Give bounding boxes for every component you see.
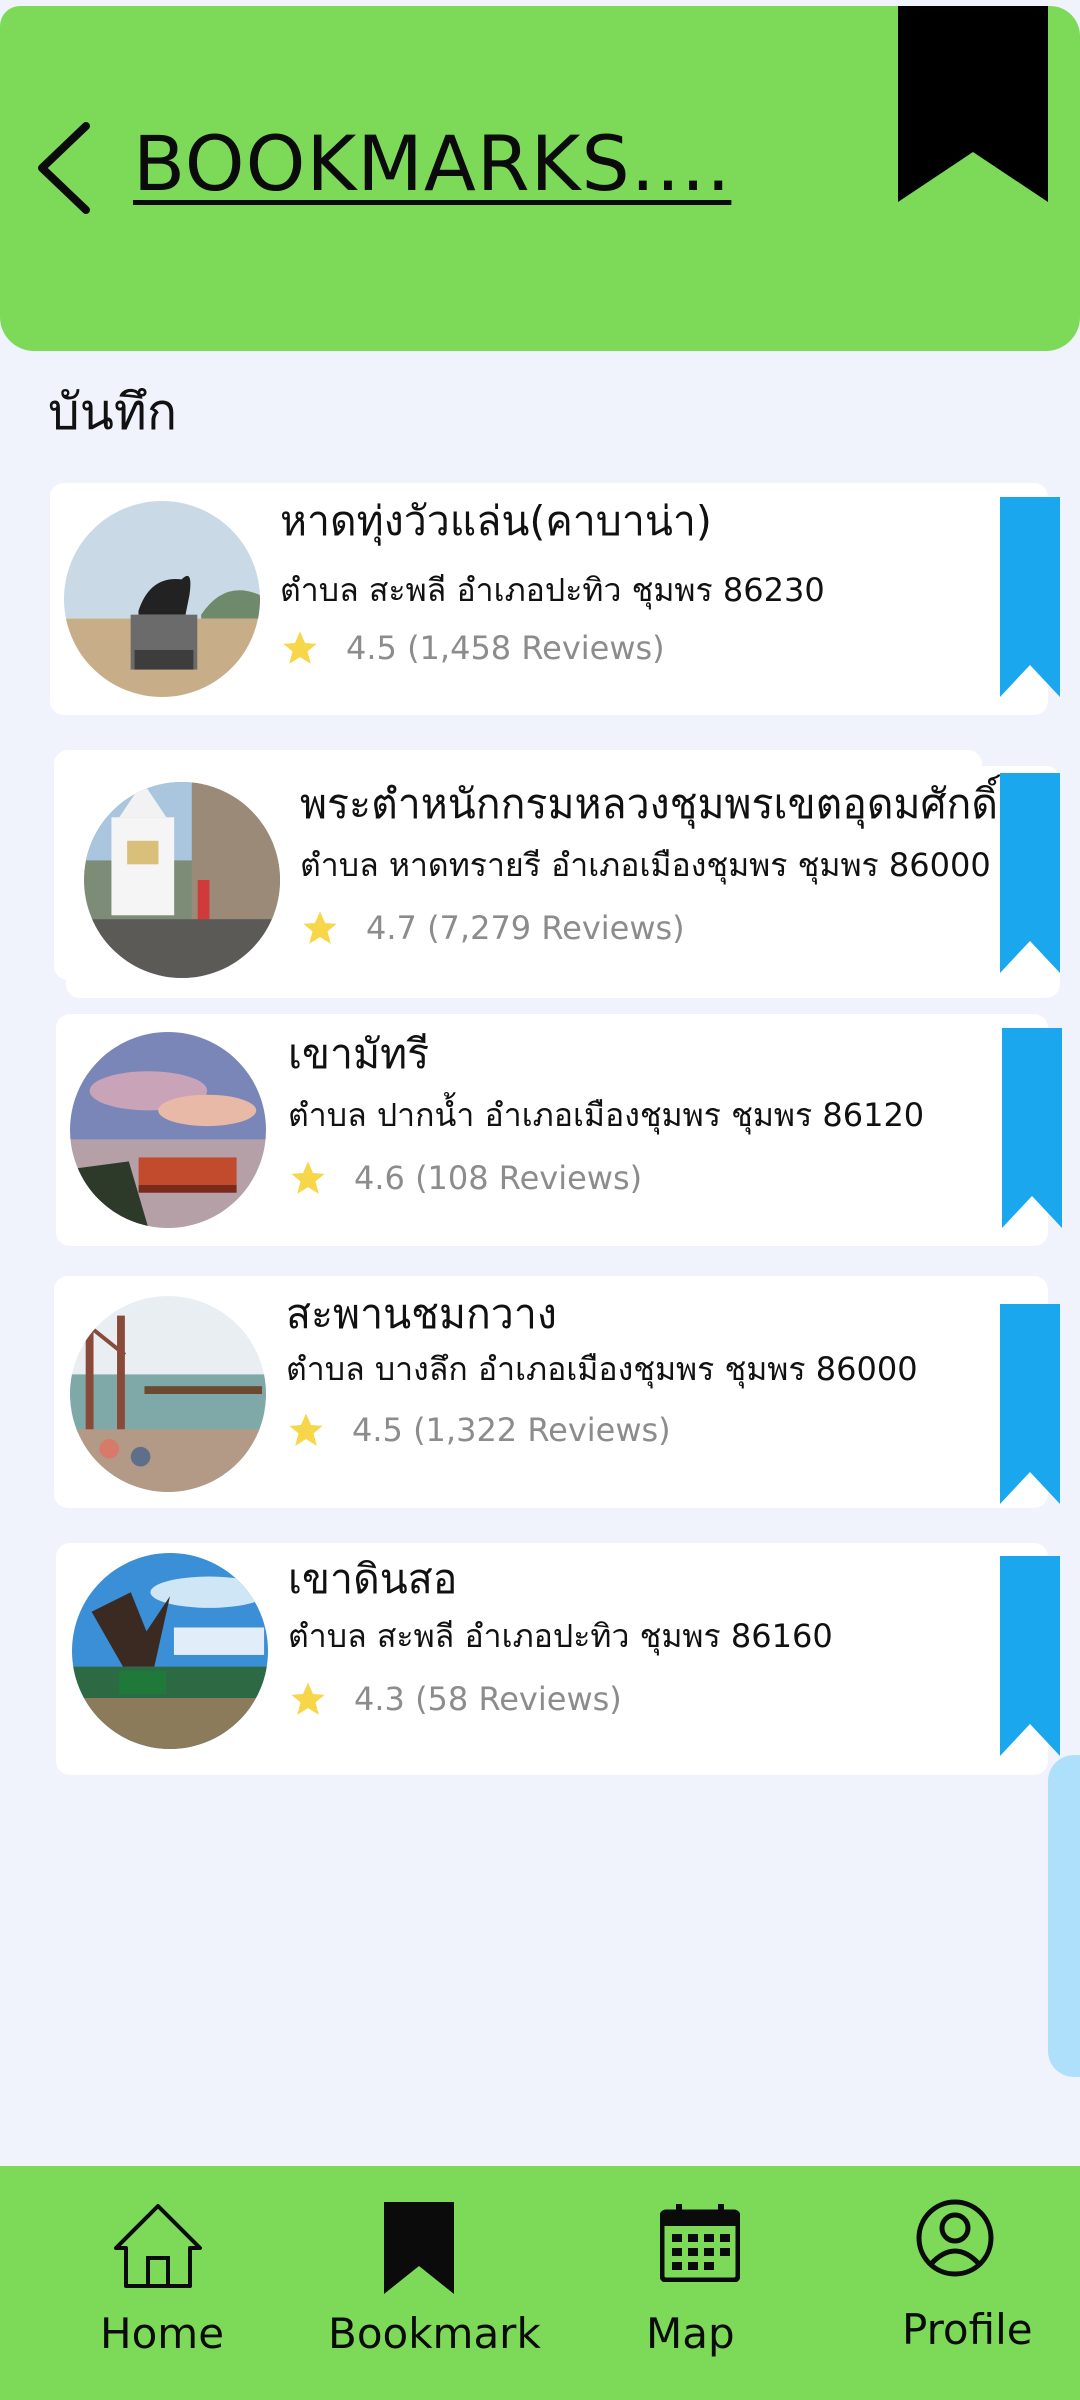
- chevron-left-icon: [38, 122, 90, 214]
- place-name: เขามัทรี: [288, 1030, 430, 1078]
- nav-profile[interactable]: Profile: [880, 2166, 1060, 2400]
- place-address: ตำบล ปากน้ำ อำเภอเมืองชุมพร ชุมพร 86120: [288, 1096, 925, 1134]
- scrollbar-handle[interactable]: [1048, 1755, 1080, 2077]
- star-icon: [291, 1161, 325, 1194]
- place-address: ตำบล หาดทรายรี อำเภอเมืองชุมพร ชุมพร 860…: [300, 846, 991, 884]
- star-icon: [291, 1682, 325, 1715]
- bookmark-ribbon-icon[interactable]: [1000, 497, 1060, 697]
- nav-label: Bookmark: [328, 2309, 541, 2358]
- place-thumbnail: [64, 501, 260, 697]
- place-card[interactable]: พระตำหนักกรมหลวงชุมพรเขตอุดมศักดิ์ ตำบล …: [54, 750, 1060, 998]
- place-thumbnail: [84, 782, 280, 978]
- place-name: หาดทุ่งวัวแล่น(คาบาน่า): [280, 497, 712, 545]
- header-bar: BOOKMARKS....: [0, 6, 1080, 351]
- bottom-nav: Home Bookmark Map Profile: [0, 2166, 1080, 2400]
- profile-icon: [916, 2199, 994, 2277]
- place-address: ตำบล สะพลี อำเภอปะทิว ชุมพร 86160: [288, 1617, 833, 1655]
- rating-text: 4.5 (1,322 Reviews): [352, 1411, 671, 1449]
- nav-label: Home: [100, 2309, 225, 2358]
- nav-bookmark[interactable]: Bookmark: [310, 2166, 550, 2400]
- place-card[interactable]: เขาดินสอ ตำบล สะพลี อำเภอปะทิว ชุมพร 861…: [56, 1543, 1048, 1775]
- section-title: บันทึก: [48, 383, 178, 441]
- rating-row: 4.5 (1,322 Reviews): [286, 1410, 671, 1460]
- rating-text: 4.5 (1,458 Reviews): [346, 629, 665, 667]
- star-icon: [283, 631, 317, 664]
- bookmark-ribbon-icon[interactable]: [1000, 1304, 1060, 1504]
- place-name: สะพานชมกวาง: [286, 1290, 557, 1338]
- rating-row: 4.5 (1,458 Reviews): [280, 628, 665, 678]
- place-thumbnail: [70, 1032, 266, 1228]
- bookmark-ribbon-icon[interactable]: [1000, 1556, 1060, 1756]
- nav-map[interactable]: Map: [620, 2166, 780, 2400]
- bookmark-ribbon-icon[interactable]: [1000, 773, 1060, 973]
- place-address: ตำบล สะพลี อำเภอปะทิว ชุมพร 86230: [280, 571, 825, 609]
- rating-text: 4.7 (7,279 Reviews): [366, 909, 685, 947]
- bookmark-flag-icon: [898, 6, 1048, 202]
- rating-text: 4.3 (58 Reviews): [354, 1680, 622, 1718]
- place-name: เขาดินสอ: [288, 1555, 458, 1603]
- rating-row: 4.3 (58 Reviews): [288, 1679, 622, 1729]
- rating-text: 4.6 (108 Reviews): [354, 1159, 643, 1197]
- calendar-icon: [660, 2204, 740, 2282]
- place-card[interactable]: หาดทุ่งวัวแล่น(คาบาน่า) ตำบล สะพลี อำเภอ…: [50, 483, 1048, 715]
- bookmark-icon: [384, 2202, 454, 2294]
- home-icon: [114, 2204, 202, 2288]
- place-address: ตำบล บางลึก อำเภอเมืองชุมพร ชุมพร 86000: [286, 1350, 918, 1388]
- nav-home[interactable]: Home: [60, 2166, 260, 2400]
- nav-label: Map: [646, 2309, 735, 2358]
- bookmark-ribbon-icon[interactable]: [1002, 1028, 1062, 1228]
- star-icon: [303, 911, 337, 944]
- rating-row: 4.7 (7,279 Reviews): [300, 908, 685, 958]
- rating-row: 4.6 (108 Reviews): [288, 1158, 642, 1208]
- place-card[interactable]: สะพานชมกวาง ตำบล บางลึก อำเภอเมืองชุมพร …: [54, 1276, 1048, 1508]
- star-icon: [289, 1413, 323, 1446]
- place-thumbnail: [72, 1553, 268, 1749]
- nav-label: Profile: [902, 2305, 1033, 2354]
- page-title: BOOKMARKS....: [133, 119, 732, 208]
- back-button[interactable]: [28, 116, 108, 216]
- place-card[interactable]: เขามัทรี ตำบล ปากน้ำ อำเภอเมืองชุมพร ชุม…: [56, 1014, 1048, 1246]
- place-name: พระตำหนักกรมหลวงชุมพรเขตอุดมศักดิ์: [300, 780, 998, 828]
- place-thumbnail: [70, 1296, 266, 1492]
